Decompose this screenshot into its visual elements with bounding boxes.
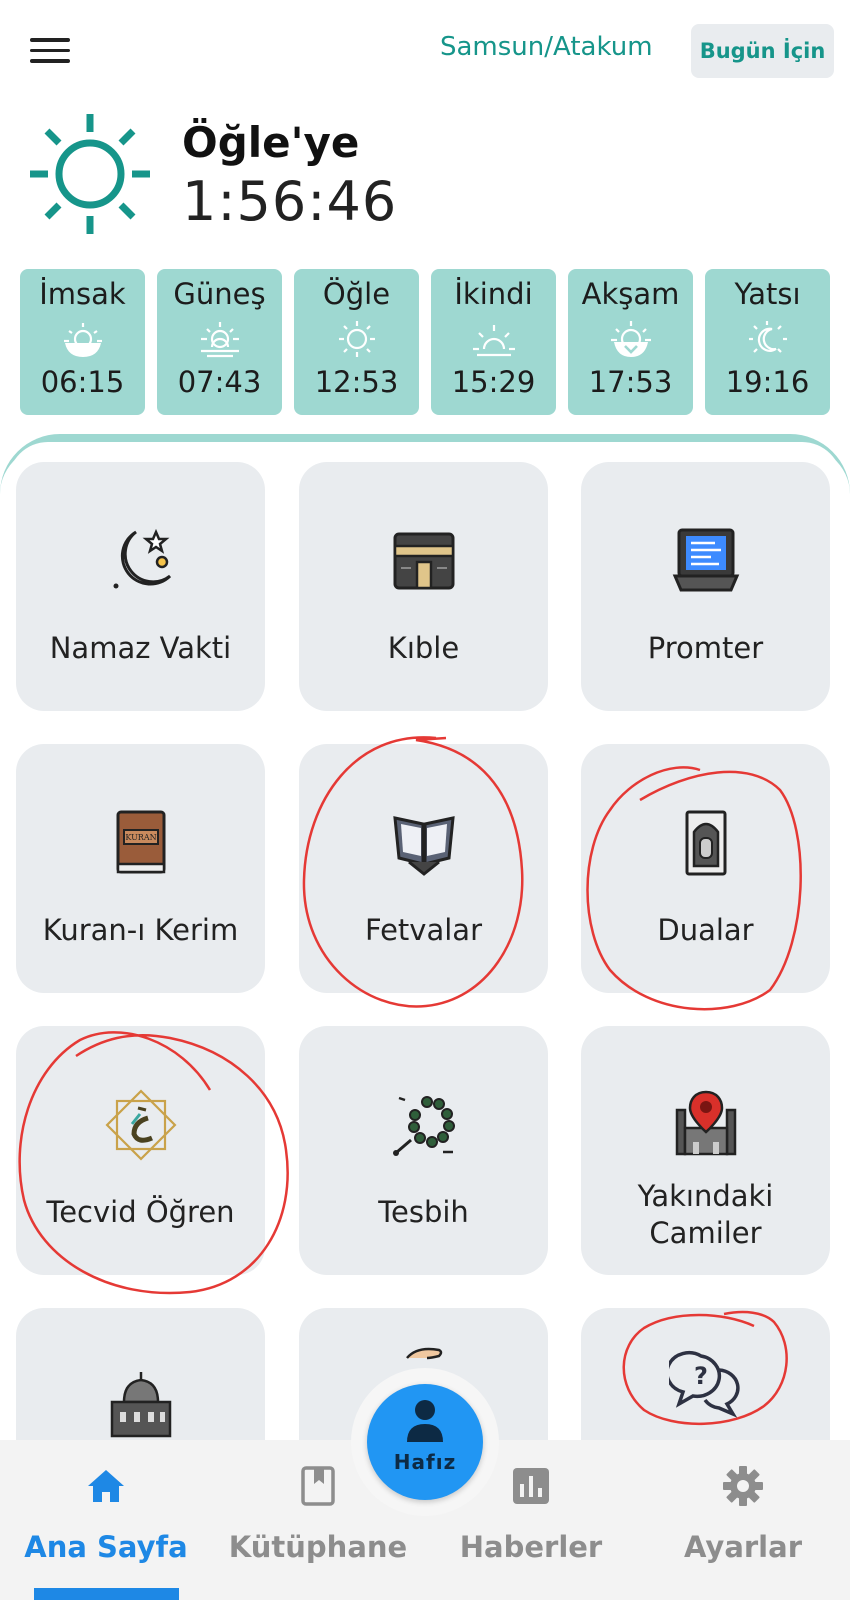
prayer-name: Güneş: [173, 277, 266, 311]
hamburger-icon[interactable]: [30, 38, 70, 64]
countdown-timer: 1:56:46: [182, 170, 398, 233]
bookmark-book-icon: [301, 1466, 335, 1506]
hafiz-button[interactable]: Hafız: [367, 1384, 483, 1500]
tile-label: Namaz Vakti: [49, 631, 232, 665]
tile-fetvalar[interactable]: Fetvalar: [299, 744, 548, 993]
tile-label: Promter: [647, 631, 764, 665]
location-selector[interactable]: Samsun/Atakum: [440, 32, 653, 62]
prayer-time: 19:16: [725, 365, 810, 399]
prayer-card-ogle[interactable]: Öğle 12:53: [294, 269, 419, 415]
nav-label: Ana Sayfa: [24, 1530, 188, 1564]
quran-book-icon: KURAN: [116, 810, 166, 874]
tile-kuran-i-kerim[interactable]: KURAN Kuran-ı Kerim: [16, 744, 265, 993]
prayer-name: İmsak: [39, 277, 126, 311]
sun-icon: [339, 321, 375, 357]
nav-label: Haberler: [459, 1530, 603, 1564]
tile-yakindaki-camiler[interactable]: Yakındaki Camiler: [581, 1026, 830, 1275]
prayer-card-aksam[interactable]: Akşam 17:53: [568, 269, 693, 415]
mosque-location-icon: [675, 1090, 737, 1156]
bar-chart-icon: [513, 1468, 549, 1504]
tile-tesbih[interactable]: Tesbih: [299, 1026, 548, 1275]
fab-label: Hafız: [393, 1450, 457, 1474]
svg-text:KURAN: KURAN: [125, 833, 156, 842]
today-button[interactable]: Bugün İçin: [691, 24, 834, 78]
question-chat-icon: ?: [669, 1351, 740, 1418]
moon-icon: [749, 321, 787, 353]
prayer-card-gunes[interactable]: Güneş 07:43: [157, 269, 282, 415]
sun-horizon-icon: [201, 322, 239, 358]
prayer-name: İkindi: [454, 277, 533, 311]
open-book-stand-icon: [393, 816, 455, 876]
crescent-moon-star-icon: [113, 528, 172, 589]
prayer-time: 15:29: [451, 365, 536, 399]
tile-promter[interactable]: Promter: [581, 462, 830, 711]
prayer-time: 12:53: [314, 365, 399, 399]
teleprompter-icon: [672, 528, 740, 592]
nav-label: Kütüphane: [228, 1530, 408, 1564]
person-icon: [407, 1400, 443, 1442]
prayer-times-row: İmsak 06:15 Güneş 07:43 Öğle 12:53 İkind…: [20, 269, 830, 415]
mosque-icon: [110, 1372, 172, 1438]
next-prayer-label: Öğle'ye: [182, 118, 360, 167]
active-tab-indicator: [34, 1588, 179, 1600]
prayer-beads-icon: [393, 1096, 455, 1156]
prayer-name: Yatsı: [734, 277, 801, 311]
sunset-icon: [611, 321, 651, 357]
nav-ayarlar[interactable]: Ayarlar: [637, 1440, 849, 1600]
prayer-name: Akşam: [581, 277, 680, 311]
prayer-time: 07:43: [177, 365, 262, 399]
calligraphy-icon: [105, 1089, 177, 1161]
top-bar: Samsun/Atakum Bugün İçin: [0, 0, 850, 100]
tile-label: Kuran-ı Kerim: [42, 913, 239, 947]
tile-kible[interactable]: Kıble: [299, 462, 548, 711]
sun-low-icon: [473, 325, 515, 357]
svg-text:?: ?: [694, 1362, 708, 1390]
tile-label: Fetvalar: [365, 913, 482, 947]
tile-label: Dualar: [657, 913, 754, 947]
prayer-name: Öğle: [322, 277, 391, 311]
prayer-time: 17:53: [588, 365, 673, 399]
home-icon: [88, 1470, 124, 1502]
tile-label: Tecvid Öğren: [46, 1195, 235, 1229]
kaaba-icon: [393, 532, 455, 590]
gear-icon: [723, 1466, 763, 1506]
prayer-card-ikindi[interactable]: İkindi 15:29: [431, 269, 556, 415]
tile-label: Kıble: [387, 631, 460, 665]
tile-dualar[interactable]: Dualar: [581, 744, 830, 993]
nav-ana-sayfa[interactable]: Ana Sayfa: [0, 1440, 212, 1600]
prayer-time: 06:15: [40, 365, 125, 399]
tile-label: Tesbih: [378, 1195, 469, 1229]
prayer-rug-icon: [685, 810, 727, 876]
tile-namaz-vakti[interactable]: Namaz Vakti: [16, 462, 265, 711]
sunrise-half-icon: [64, 323, 102, 357]
tile-label: Yakındaki Camiler: [637, 1179, 774, 1250]
prayer-card-yatsi[interactable]: Yatsı 19:16: [705, 269, 830, 415]
tile-tecvid-ogren[interactable]: Tecvid Öğren: [16, 1026, 265, 1275]
sun-icon: [30, 114, 150, 234]
prayer-card-imsak[interactable]: İmsak 06:15: [20, 269, 145, 415]
nav-label: Ayarlar: [684, 1530, 802, 1564]
